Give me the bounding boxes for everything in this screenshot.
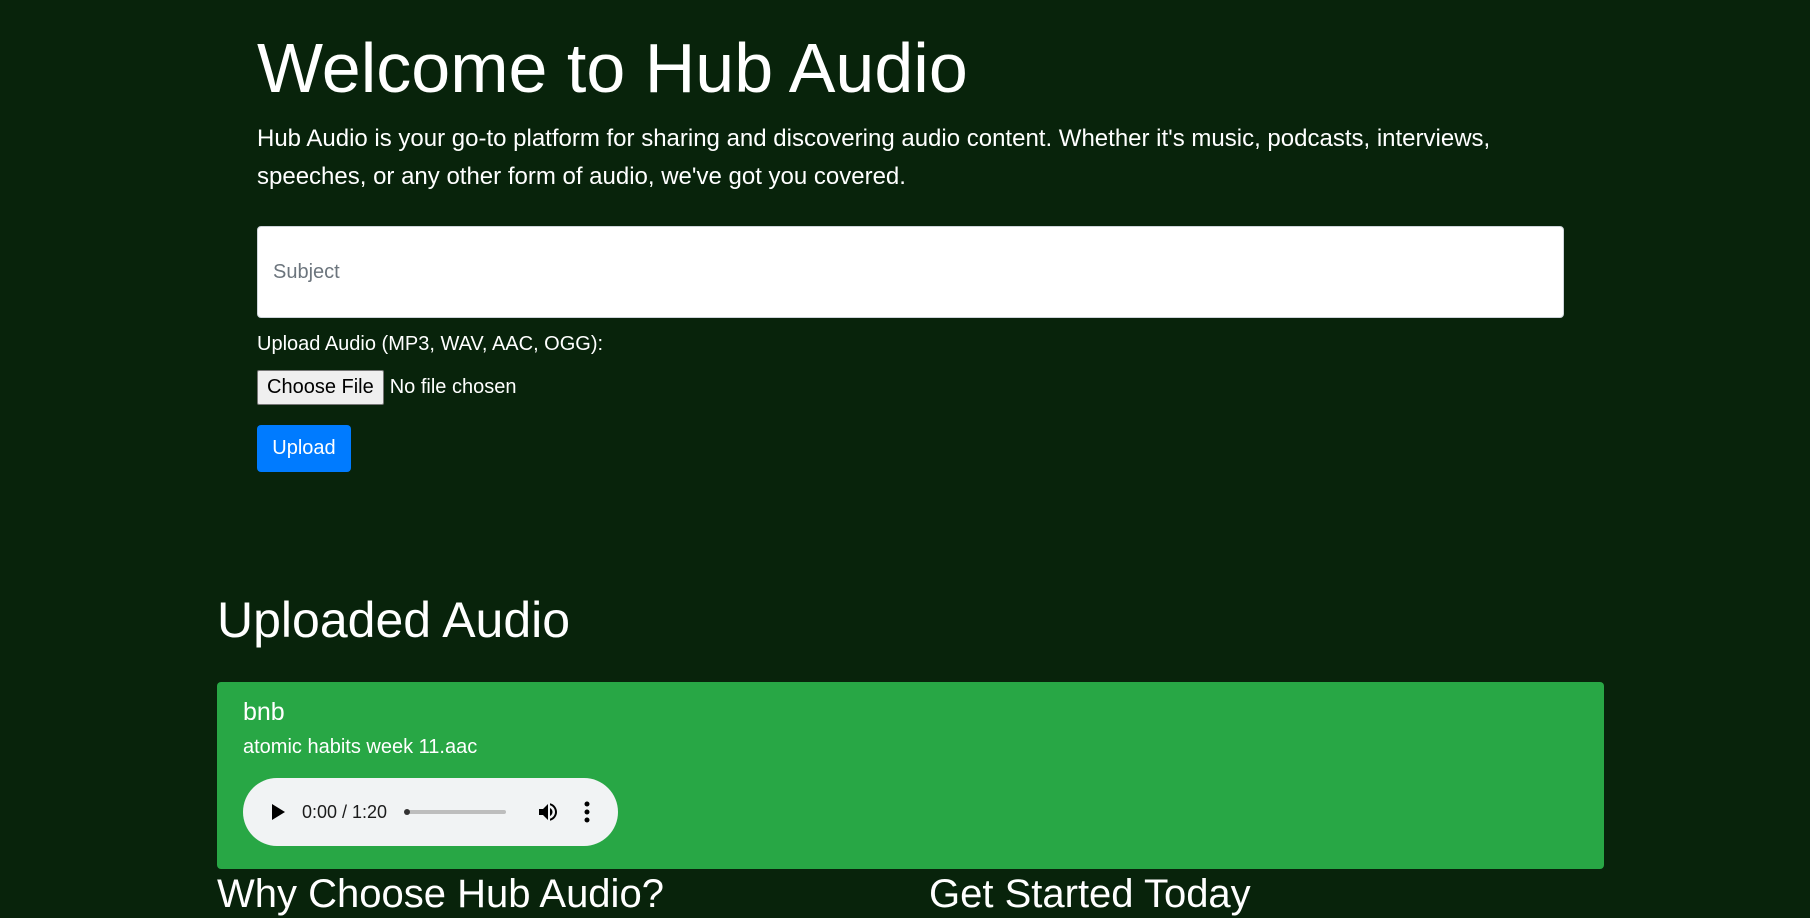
upload-audio-label: Upload Audio (MP3, WAV, AAC, OGG): [257,333,604,355]
uploaded-audio-heading: Uploaded Audio [217,592,571,648]
more-vertical-icon[interactable] [583,800,591,824]
progress-slider[interactable] [404,809,506,815]
get-started-heading: Get Started Today [929,872,1251,916]
audio-filename: atomic habits week 11.aac [243,736,478,758]
subject-input[interactable] [257,226,1564,318]
volume-icon[interactable] [535,800,561,824]
audio-card: bnb atomic habits week 11.aac 0:00 / 1:2… [217,682,1604,869]
audio-player: 0:00 / 1:20 [243,778,618,846]
upload-button[interactable]: Upload [257,425,351,472]
no-file-chosen-text: No file chosen [389,376,517,398]
file-picker: Choose File No file chosen [257,370,516,405]
why-choose-heading: Why Choose Hub Audio? [217,872,664,916]
play-icon[interactable] [272,804,285,820]
page: Welcome to Hub Audio Hub Audio is your g… [0,0,1810,918]
choose-file-button[interactable]: Choose File [257,370,384,405]
time-display: 0:00 / 1:20 [302,802,388,822]
progress-thumb[interactable] [404,809,410,815]
page-title: Welcome to Hub Audio [257,29,968,107]
intro-text: Hub Audio is your go-to platform for sha… [257,125,1491,190]
audio-subject: bnb [243,698,285,726]
